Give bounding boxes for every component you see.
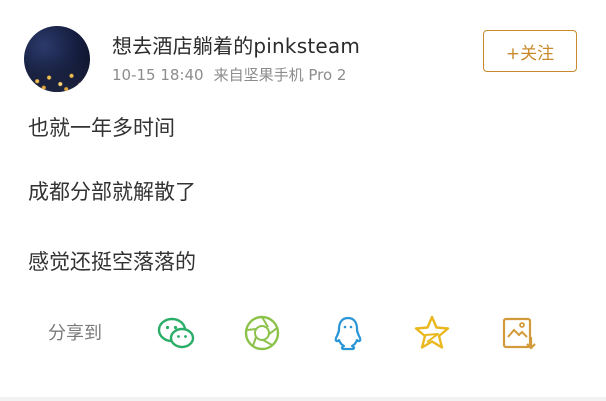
follow-button[interactable]: +关注: [483, 30, 577, 72]
post-source: 来自坚果手机 Pro 2: [213, 66, 347, 84]
wechat-icon: [157, 317, 195, 349]
post-text-line-3: 感觉还挺空落落的: [28, 250, 196, 274]
share-qzone-button[interactable]: [412, 313, 452, 353]
post-meta: 10-15 18:40 来自坚果手机 Pro 2: [112, 64, 346, 85]
post-text-line-1: 也就一年多时间: [28, 116, 175, 140]
share-save-image-button[interactable]: [498, 313, 538, 353]
avatar[interactable]: [24, 26, 90, 92]
share-moments-button[interactable]: [242, 313, 282, 353]
share-qq-button[interactable]: [328, 313, 368, 353]
follow-button-label: +关注: [505, 43, 555, 64]
share-label: 分享到: [48, 323, 102, 344]
bottom-divider: [0, 397, 606, 401]
avatar-image: [24, 56, 90, 92]
qzone-star-icon: [414, 315, 450, 349]
qq-icon: [334, 316, 362, 351]
post-text-line-2: 成都分部就解散了: [28, 180, 196, 204]
save-image-icon: [502, 317, 536, 350]
post-timestamp: 10-15 18:40: [112, 66, 204, 84]
username[interactable]: 想去酒店躺着的pinksteam: [112, 30, 360, 59]
moments-icon: [244, 315, 280, 351]
share-wechat-button[interactable]: [156, 313, 196, 353]
